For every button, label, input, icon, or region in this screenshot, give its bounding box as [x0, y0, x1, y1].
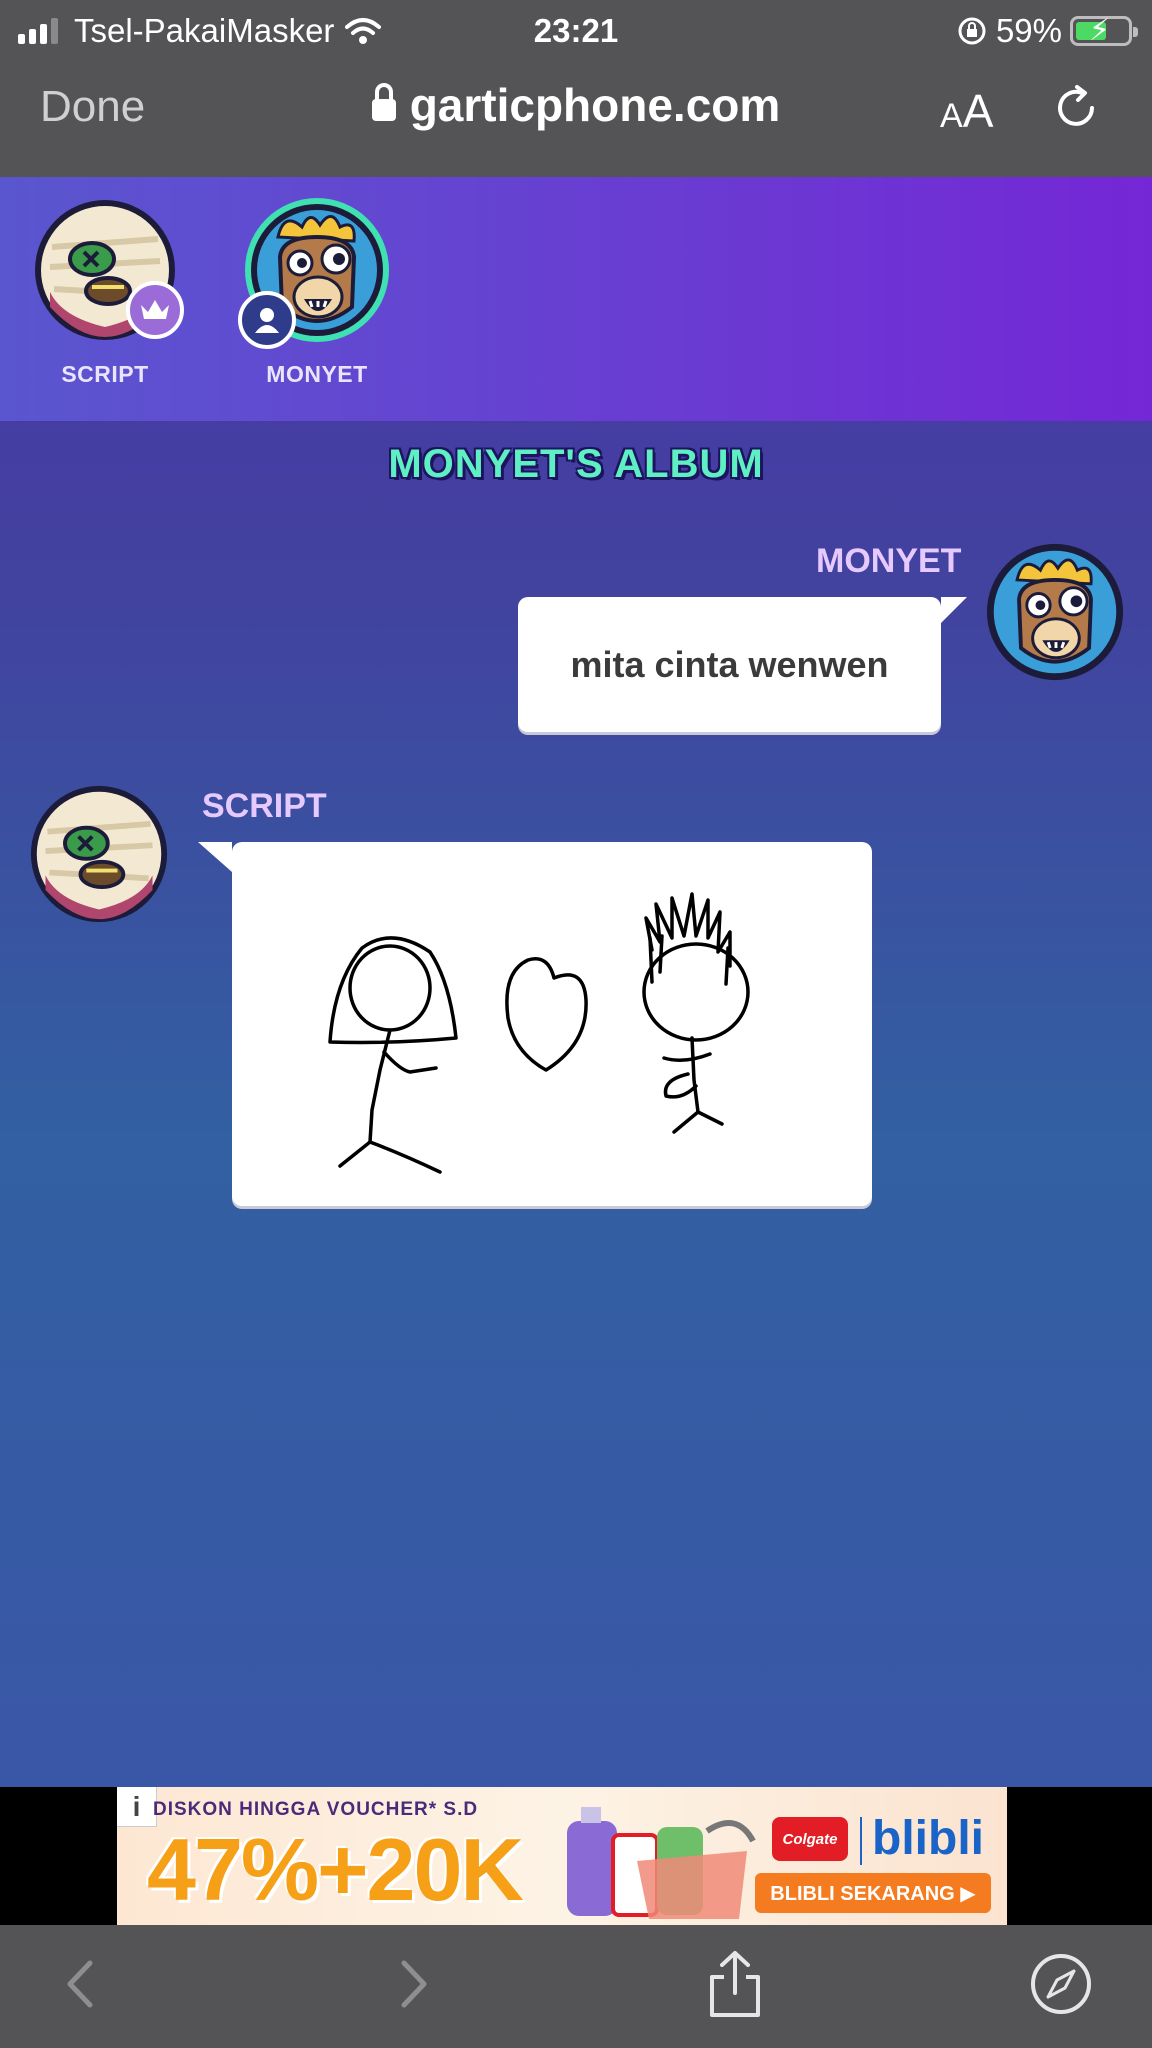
ad-brand-colgate: Colgate — [772, 1817, 848, 1861]
ad-banner[interactable]: i DISKON HINGGA VOUCHER* S.D 47%+20K Col… — [117, 1787, 1007, 1925]
url-text: garticphone.com — [409, 79, 781, 131]
user-badge — [238, 291, 296, 349]
ad-divider — [860, 1817, 862, 1865]
player-name: MONYET — [266, 361, 368, 387]
browser-header: Tsel-PakaiMasker 23:21 59% ⚡ Done gartic… — [0, 0, 1152, 177]
browser-toolbar — [0, 1925, 1152, 2048]
message-bubble: mita cinta wenwen — [518, 597, 967, 732]
drawing-image — [328, 892, 750, 1174]
orientation-lock-icon — [958, 17, 986, 45]
text-size-big: A — [962, 85, 994, 137]
message-text: mita cinta wenwen — [570, 643, 889, 685]
ad-cta-button[interactable]: BLIBLI SEKARANG ▶ — [755, 1873, 991, 1913]
player-name: SCRIPT — [61, 361, 149, 387]
forward-icon[interactable] — [378, 1949, 448, 2019]
status-right: 59% ⚡ — [956, 8, 1138, 54]
ad-headline: DISKON HINGGA VOUCHER* S.D — [153, 1799, 479, 1820]
text-size-small: A — [940, 97, 963, 135]
album-title: MONYET'S ALBUM — [388, 442, 764, 486]
drawing-bubble — [198, 842, 872, 1206]
ad-strip: i DISKON HINGGA VOUCHER* S.D 47%+20K Col… — [0, 1787, 1152, 1925]
battery-percent: 59% — [995, 12, 1062, 49]
battery-icon: ⚡ — [1070, 14, 1138, 47]
ad-products-image — [567, 1807, 756, 1919]
player-monyet[interactable]: MONYET — [232, 197, 402, 388]
crown-badge — [126, 281, 184, 339]
reload-icon[interactable] — [1052, 82, 1102, 132]
lock-icon — [371, 83, 396, 123]
share-icon[interactable] — [700, 1949, 770, 2019]
crown-icon — [141, 300, 169, 319]
ad-big-text: 47%+20K — [147, 1820, 524, 1919]
message-author: SCRIPT — [202, 787, 327, 825]
user-icon — [255, 308, 279, 333]
ad-brand-blibli: blibli — [872, 1812, 984, 1865]
player-script[interactable]: SCRIPT — [20, 197, 190, 388]
game-page: SCRIPT MONYET MONYET'S ALBUM MONYET mita… — [0, 177, 1152, 1787]
message-author: MONYET — [816, 542, 962, 580]
llama-avatar — [986, 543, 1124, 681]
text-size-button[interactable]: AA — [940, 84, 993, 138]
mummy-avatar — [30, 785, 168, 923]
compass-icon[interactable] — [1026, 1949, 1096, 2019]
players-strip: SCRIPT MONYET — [0, 177, 1152, 421]
back-icon[interactable] — [46, 1949, 116, 2019]
